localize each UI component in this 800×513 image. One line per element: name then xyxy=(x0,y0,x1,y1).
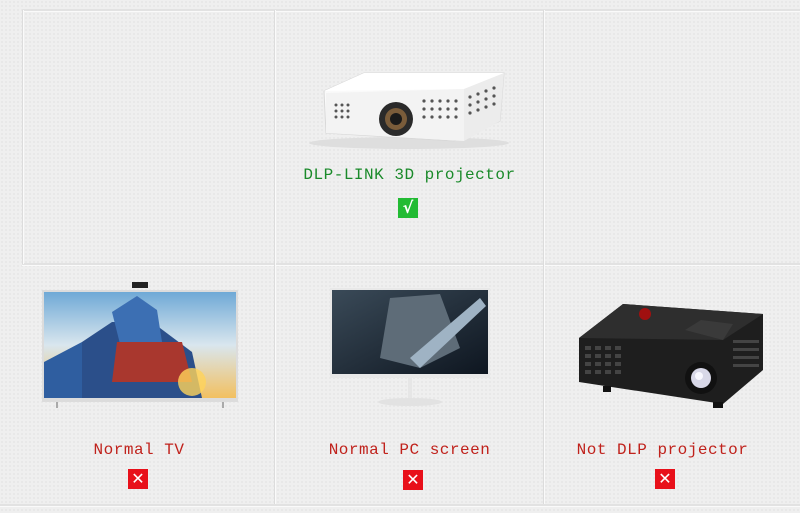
white-dlp-projector-image xyxy=(309,72,509,149)
flat-screen-tv-image xyxy=(42,282,238,408)
item-label: DLP-LINK 3D projector xyxy=(303,166,516,184)
cross-icon: ✕ xyxy=(403,470,423,490)
item-label: Not DLP projector xyxy=(576,441,749,459)
compatibility-item-not-dlp-projector: Not DLP projector ✕ xyxy=(545,266,800,504)
black-projector-image xyxy=(579,304,763,408)
item-label: Normal TV xyxy=(93,441,185,459)
cross-icon: ✕ xyxy=(655,469,675,489)
compatibility-item-normal-tv: Normal TV ✕ xyxy=(24,266,274,504)
grid-line-left xyxy=(22,10,24,264)
cross-icon: ✕ xyxy=(128,469,148,489)
pc-monitor-image xyxy=(330,288,490,406)
item-label: Normal PC screen xyxy=(328,441,491,459)
check-icon: √ xyxy=(398,198,418,218)
grid-line-bottom xyxy=(0,504,800,507)
compatibility-item-dlp-link-projector: DLP-LINK 3D projector √ xyxy=(276,11,543,263)
compatibility-item-normal-pc-screen: Normal PC screen ✕ xyxy=(276,266,543,504)
